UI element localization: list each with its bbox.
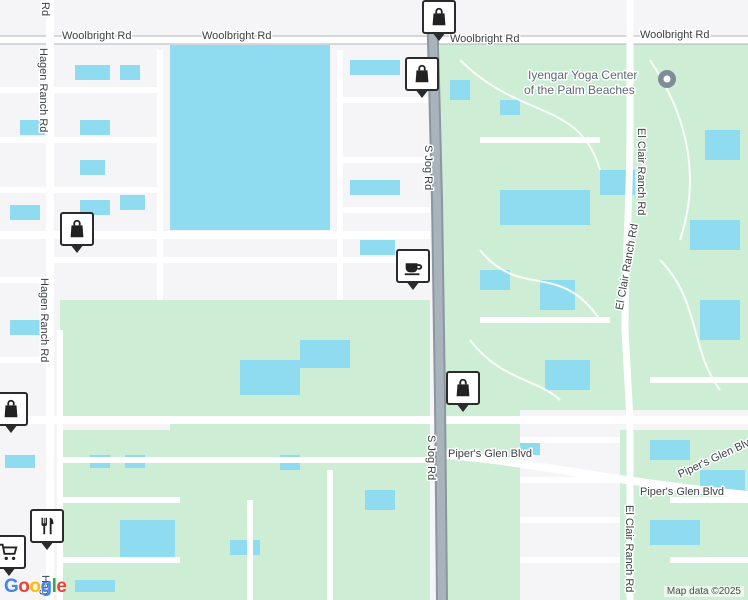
marker-shopping-5[interactable] — [0, 392, 28, 433]
road-label-pipers-1: Piper's Glen Blvd — [448, 448, 532, 460]
road-label-pipers-2: Piper's Glen Blvd — [640, 486, 724, 498]
marker-shopping-4[interactable] — [446, 371, 480, 412]
map-attribution[interactable]: Map data ©2025 — [663, 586, 744, 597]
pin-icon[interactable] — [658, 70, 676, 88]
road-label-woolbright-1: Woolbright Rd — [62, 30, 132, 42]
map-base-layer: Woolbright Rd Woolbright Rd Woolbright R… — [0, 0, 748, 600]
map-canvas[interactable]: Woolbright Rd Woolbright Rd Woolbright R… — [0, 0, 748, 600]
google-logo: Google — [4, 576, 67, 597]
shopping-bag-icon — [4, 399, 18, 418]
marker-restaurant[interactable] — [30, 509, 64, 550]
marker-shopping-2[interactable] — [405, 57, 439, 98]
shopping-bag-icon — [415, 64, 429, 83]
road-label-hagen-ranch-top: Rd — [39, 2, 51, 16]
marker-grocery[interactable] — [0, 535, 26, 576]
road-label-s-jog-2: S Jog Rd — [425, 435, 437, 480]
coffee-cup-icon — [404, 263, 423, 276]
road-label-s-jog-1: S Jog Rd — [422, 145, 434, 190]
poi-label-yoga-line2: of the Palm Beaches — [524, 83, 635, 97]
shopping-bag-icon — [456, 378, 470, 397]
marker-shopping-1[interactable] — [422, 0, 456, 41]
road-label-el-clair-3: El Clair Ranch Rd — [623, 505, 635, 592]
road-label-woolbright-2: Woolbright Rd — [202, 30, 272, 42]
road-label-el-clair-1: El Clair Ranch Rd — [635, 128, 647, 215]
road-label-hagen-ranch-1: Hagen Ranch Rd — [37, 48, 49, 132]
shopping-cart-icon — [0, 543, 18, 561]
shopping-bag-icon — [432, 7, 446, 26]
shopping-bag-icon — [70, 219, 84, 238]
road-label-woolbright-4: Woolbright Rd — [640, 29, 710, 41]
restaurant-icon — [41, 517, 54, 535]
road-label-woolbright-3: Woolbright Rd — [450, 33, 520, 45]
road-label-hagen-ranch-2: Hagen Ranch Rd — [38, 278, 50, 362]
marker-coffee[interactable] — [396, 249, 430, 290]
poi-label-yoga-line1: Iyengar Yoga Center — [528, 68, 637, 82]
marker-shopping-3[interactable] — [60, 212, 94, 253]
